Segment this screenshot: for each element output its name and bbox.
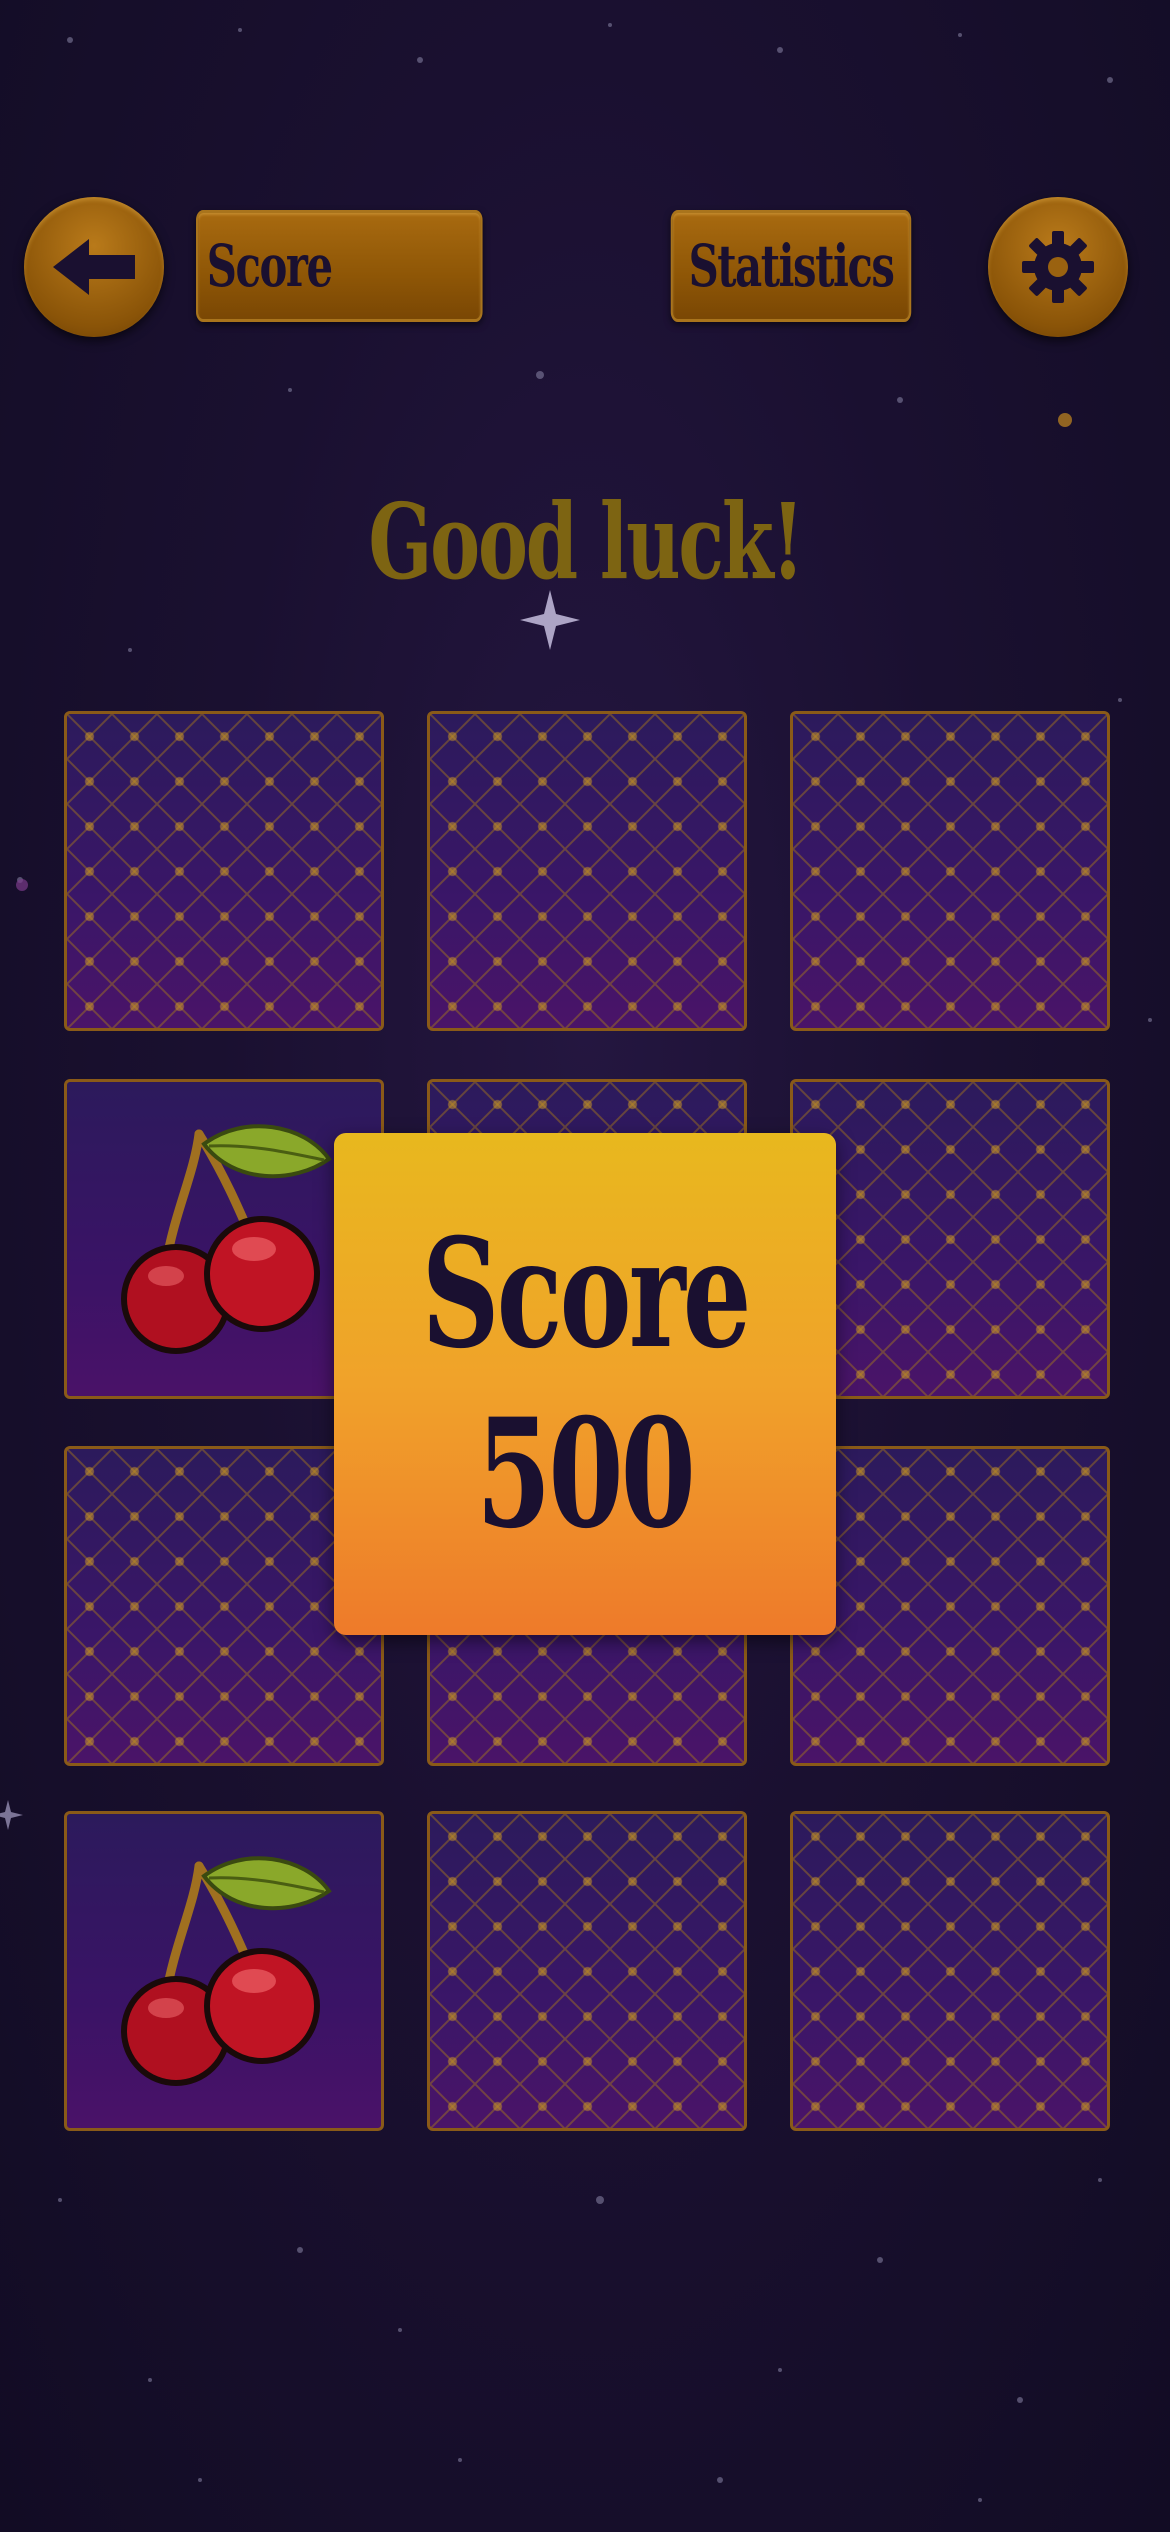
- statistics-button-label: Statistics: [688, 232, 895, 300]
- card-face-down[interactable]: [790, 711, 1110, 1031]
- arrow-left-icon: [53, 239, 135, 295]
- score-popup-value: 500: [476, 1386, 697, 1562]
- back-button[interactable]: [24, 197, 164, 337]
- card-face-down[interactable]: [427, 1811, 747, 2131]
- cherries-icon: [121, 1856, 332, 2086]
- score-popup-label: Score: [421, 1206, 751, 1382]
- score-button-label: Score: [206, 232, 333, 300]
- card-face-down[interactable]: [427, 711, 747, 1031]
- card-revealed-cherries[interactable]: [64, 1811, 384, 2131]
- settings-button[interactable]: [988, 197, 1128, 337]
- card-face-down[interactable]: [64, 711, 384, 1031]
- score-button[interactable]: Score: [196, 210, 483, 322]
- card-face-down[interactable]: [790, 1079, 1110, 1399]
- page-title: Good luck!: [368, 480, 804, 603]
- card-face-down[interactable]: [790, 1811, 1110, 2131]
- card-face-down[interactable]: [790, 1446, 1110, 1766]
- score-popup: Score 500: [334, 1133, 836, 1635]
- statistics-button[interactable]: Statistics: [670, 210, 912, 322]
- gear-icon: [1022, 231, 1094, 303]
- cherries-icon: [121, 1124, 332, 1354]
